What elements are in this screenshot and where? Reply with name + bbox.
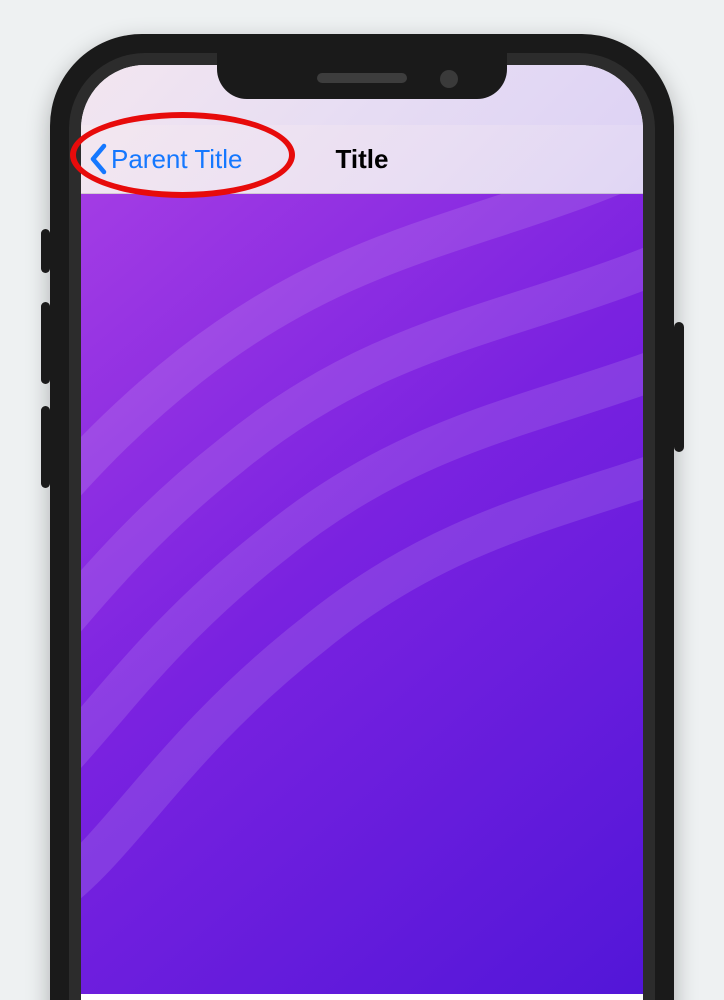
phone-frame: Parent Title Title	[50, 34, 674, 1000]
earpiece-speaker	[317, 73, 407, 83]
silent-switch	[41, 229, 50, 273]
back-button[interactable]: Parent Title	[81, 143, 243, 175]
chevron-left-icon	[89, 143, 109, 175]
content-wallpaper	[81, 194, 643, 994]
phone-screen: Parent Title Title	[81, 65, 643, 1000]
side-power-button	[674, 322, 684, 452]
volume-down-button	[41, 406, 50, 488]
phone-bezel: Parent Title Title	[69, 53, 655, 1000]
front-camera	[440, 70, 458, 88]
display-notch	[217, 53, 507, 99]
back-button-label: Parent Title	[111, 144, 243, 175]
volume-up-button	[41, 302, 50, 384]
navigation-bar: Parent Title Title	[81, 125, 643, 194]
